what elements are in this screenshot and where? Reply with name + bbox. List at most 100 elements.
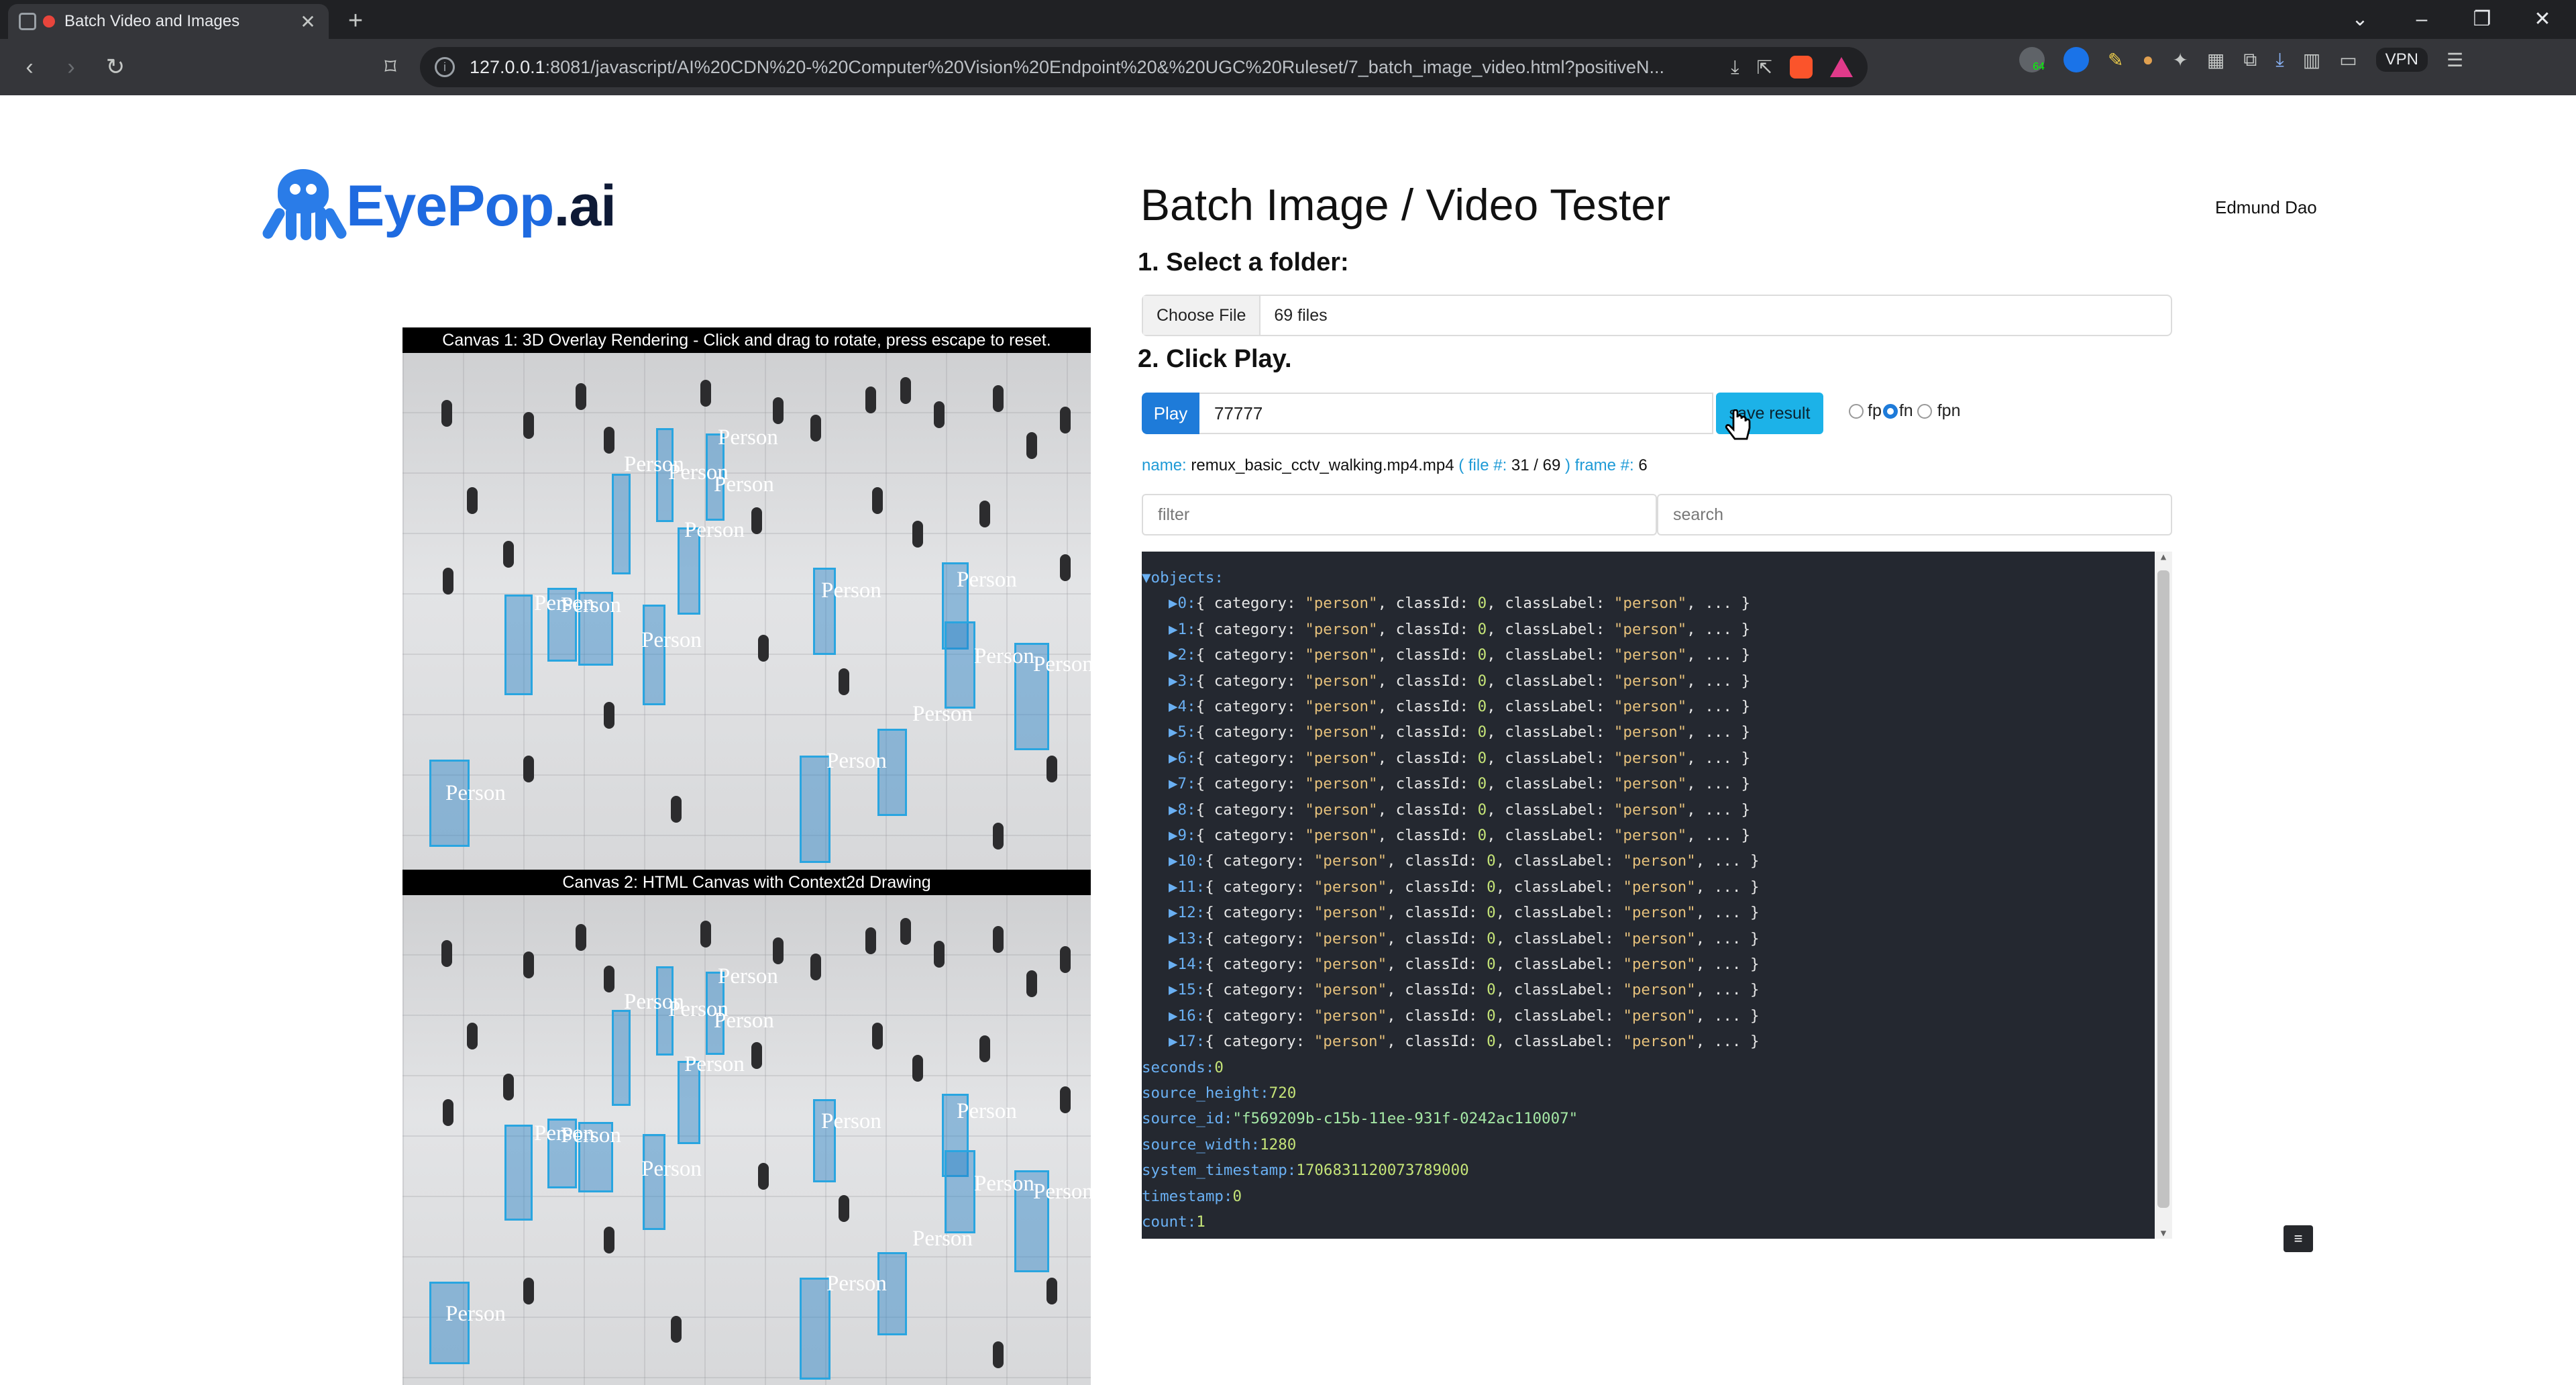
json-object-row[interactable]: ▶2:{ category: "person", classId: 0, cla… [1169, 642, 1750, 668]
json-field-row[interactable]: seconds:0 [1142, 1055, 1224, 1080]
json-object-row[interactable]: ▶12:{ category: "person", classId: 0, cl… [1169, 900, 1760, 925]
pedestrian [872, 1023, 883, 1049]
pedestrian [467, 1023, 478, 1049]
menu-icon[interactable]: ☰ [2447, 49, 2463, 71]
pedestrian [900, 377, 911, 404]
json-object-row[interactable]: ▶9:{ category: "person", classId: 0, cla… [1169, 823, 1750, 848]
json-object-row[interactable]: ▶3:{ category: "person", classId: 0, cla… [1169, 668, 1750, 694]
scroll-up-icon[interactable]: ▲ [2155, 552, 2172, 562]
pedestrian [993, 1341, 1004, 1368]
person-detection-box [504, 1125, 533, 1221]
search-input[interactable]: search [1657, 494, 2172, 535]
json-field-row[interactable]: system_timestamp:1706831120073789000 [1142, 1158, 1469, 1183]
result-input[interactable]: 77777 [1199, 393, 1713, 434]
folder-file-input[interactable]: Choose File 69 files [1142, 295, 2172, 336]
wallet-icon[interactable]: ▭ [2339, 49, 2357, 71]
json-object-row[interactable]: ▶17:{ category: "person", classId: 0, cl… [1169, 1029, 1760, 1054]
frame-number-label: ) frame #: [1565, 456, 1634, 474]
extensions-icon[interactable]: ⧉ [2243, 49, 2257, 71]
extension-badge-icon[interactable]: 64 [2019, 47, 2045, 72]
downloads-icon[interactable]: ⤓ [2275, 49, 2284, 71]
pedestrian [751, 507, 762, 534]
person-detection-label: Person [561, 593, 621, 617]
overflow-icon[interactable]: ≡ [2284, 1225, 2313, 1252]
back-icon[interactable]: ‹ [12, 50, 47, 85]
filter-input[interactable]: filter [1142, 494, 1657, 535]
pedestrian [839, 1194, 849, 1222]
canvas-2-panel[interactable]: Canvas 2: HTML Canvas with Context2d Dra… [402, 870, 1091, 1385]
dark-ext-icon[interactable]: ▦ [2207, 49, 2224, 71]
pedestrian [523, 756, 534, 782]
json-object-row[interactable]: ▶6:{ category: "person", classId: 0, cla… [1169, 746, 1750, 771]
scroll-down-icon[interactable]: ▼ [2155, 1228, 2172, 1239]
json-object-row[interactable]: ▶15:{ category: "person", classId: 0, cl… [1169, 977, 1760, 1003]
json-object-row[interactable]: ▶4:{ category: "person", classId: 0, cla… [1169, 694, 1750, 719]
play-button[interactable]: Play [1142, 393, 1199, 434]
highlighter-icon[interactable]: ✎ [2108, 49, 2123, 71]
extension-blue-icon[interactable] [2063, 47, 2089, 72]
person-detection-label: Person [912, 1227, 973, 1251]
radio-fpn[interactable] [1917, 403, 1932, 419]
person-detection-label: Person [821, 1109, 881, 1134]
json-object-row[interactable]: ▶8:{ category: "person", classId: 0, cla… [1169, 797, 1750, 823]
json-object-row[interactable]: ▶13:{ category: "person", classId: 0, cl… [1169, 926, 1760, 952]
json-object-row[interactable]: ▶10:{ category: "person", classId: 0, cl… [1169, 848, 1760, 874]
json-field-row[interactable]: source_id:"f569209b-c15b-11ee-931f-0242a… [1142, 1106, 1578, 1131]
choose-file-button[interactable]: Choose File [1143, 296, 1261, 335]
json-object-row[interactable]: ▶16:{ category: "person", classId: 0, cl… [1169, 1003, 1760, 1029]
forward-icon[interactable]: › [54, 50, 89, 85]
json-object-row[interactable]: ▶14:{ category: "person", classId: 0, cl… [1169, 952, 1760, 977]
download-icon[interactable]: ⤓ [1731, 56, 1739, 79]
person-detection-box [612, 1010, 631, 1106]
tab-batch-video[interactable]: Batch Video and Images ✕ [8, 4, 329, 39]
pedestrian [751, 1041, 762, 1069]
brave-shield-icon[interactable] [1790, 56, 1813, 79]
address-bar[interactable]: i 127.0.0.1:8081/javascript/AI%20CDN%20-… [420, 47, 1868, 87]
page-title: Batch Image / Video Tester [1140, 180, 1671, 229]
scrollbar-thumb[interactable] [2157, 570, 2169, 1208]
reload-icon[interactable]: ↻ [98, 50, 133, 85]
canvas-1-panel[interactable]: Canvas 1: 3D Overlay Rendering - Click a… [402, 327, 1091, 870]
close-window-icon[interactable]: ✕ [2516, 3, 2569, 36]
json-object-row[interactable]: ▶5:{ category: "person", classId: 0, cla… [1169, 719, 1750, 745]
cookie-icon[interactable]: ● [2142, 49, 2153, 70]
tab-close-icon[interactable]: ✕ [298, 11, 318, 33]
json-field-row[interactable]: source_width:1280 [1142, 1132, 1296, 1158]
bookmark-icon[interactable]: ⌑ [373, 50, 408, 85]
pedestrian [810, 415, 821, 442]
info-icon[interactable]: i [435, 57, 455, 77]
json-objects-toggle[interactable]: ▼objects: [1142, 565, 1224, 591]
user-name[interactable]: Edmund Dao [2215, 197, 2317, 218]
minimize-icon[interactable]: – [2395, 3, 2449, 36]
json-object-row[interactable]: ▶0:{ category: "person", classId: 0, cla… [1169, 591, 1750, 616]
json-scrollbar[interactable]: ▲ ▼ [2155, 552, 2172, 1239]
json-object-row[interactable]: ▶1:{ category: "person", classId: 0, cla… [1169, 617, 1750, 642]
radio-fp[interactable] [1849, 403, 1864, 419]
restore-icon[interactable]: ❐ [2455, 3, 2509, 36]
json-field-row[interactable]: count:1 [1142, 1209, 1205, 1235]
url-text[interactable]: 127.0.0.1:8081/javascript/AI%20CDN%20-%2… [470, 57, 1719, 78]
person-detection-label: Person [561, 1123, 621, 1148]
person-detection-label: Person [1033, 1179, 1091, 1204]
vpn-button[interactable]: VPN [2375, 48, 2428, 72]
tab-search-icon[interactable]: ⌄ [2333, 3, 2387, 36]
canvas-2-scene[interactable]: Person Person Person Person Person Person Pers… [402, 895, 1091, 1385]
person-detection-box [612, 474, 631, 574]
json-viewer[interactable]: ▲ ▼ ▼objects: ▶0:{ category: "person", cl… [1142, 552, 2172, 1239]
pedestrian [810, 954, 821, 981]
pedestrian [467, 487, 478, 514]
new-tab-button[interactable]: + [339, 7, 372, 36]
rewards-icon[interactable] [1830, 57, 1853, 77]
puzzle-ext-icon[interactable]: ✦ [2172, 49, 2188, 71]
json-field-row[interactable]: timestamp:0 [1142, 1184, 1242, 1209]
json-object-row[interactable]: ▶7:{ category: "person", classId: 0, cla… [1169, 771, 1750, 797]
canvas-1-scene[interactable]: Person Person Person Person Person Person Pers… [402, 353, 1091, 870]
pedestrian [441, 400, 452, 427]
pedestrian [443, 1099, 453, 1126]
sidebar-icon[interactable]: ▥ [2303, 49, 2320, 71]
radio-fn[interactable] [1882, 403, 1898, 419]
share-icon[interactable]: ⇱ [1757, 56, 1772, 79]
json-field-row[interactable]: source_height:720 [1142, 1080, 1296, 1106]
json-object-row[interactable]: ▶11:{ category: "person", classId: 0, cl… [1169, 874, 1760, 900]
pedestrian [576, 383, 586, 410]
